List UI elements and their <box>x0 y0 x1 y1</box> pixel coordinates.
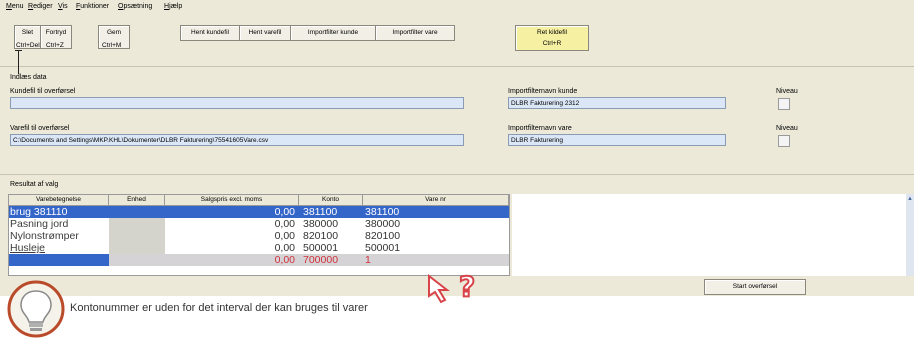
cell-enhed <box>109 218 165 230</box>
cell-salgspris: 0,00 <box>274 218 295 230</box>
cell-vare-nr: 500001 <box>365 242 401 254</box>
cell-varebetegnelse: brug 381110 <box>10 206 68 218</box>
menu-item-hjaelp[interactable]: Hjælp <box>164 3 182 10</box>
toolbar: Slet Fortryd Ctrl+Del Ctrl+Z Gem Ctrl+M … <box>0 16 914 67</box>
import-filter-customer-label: Importfilter kunde <box>307 29 359 36</box>
section-title: Indlæs data <box>10 74 47 81</box>
cell-enhed <box>109 206 165 218</box>
help-cursor-icon: ? <box>428 270 476 304</box>
cell-vare-nr: 380000 <box>365 218 401 230</box>
cell-vare-nr: 381100 <box>365 206 400 218</box>
menu-item-opsaetning[interactable]: Opsætning <box>118 3 152 10</box>
cell-konto: 500001 <box>303 242 339 254</box>
fetch-product-file-label: Hent varefil <box>248 29 282 36</box>
divider <box>0 174 914 175</box>
table-row[interactable]: Pasning jord 0,00 380000 380000 <box>9 218 509 230</box>
edit-source-file-button[interactable]: Ret kildefil Ctrl+R <box>515 25 589 51</box>
cell-salgspris: 0,00 <box>274 242 295 254</box>
table-header: Varebetegnelse Enhed Salgspris excl. mom… <box>9 195 509 206</box>
cell-enhed <box>109 254 165 266</box>
import-filter-product-label: Importfilternavn vare <box>508 125 572 132</box>
result-table: Varebetegnelse Enhed Salgspris excl. mom… <box>8 194 510 276</box>
table-row[interactable]: 0,00 700000 1 <box>9 254 509 266</box>
import-filter-customer-button[interactable]: Importfilter kunde <box>290 25 376 41</box>
import-filter-customer-label: Importfilternavn kunde <box>508 88 578 95</box>
menu-bar: Menu Rediger Vis Funktioner Opsætning Hj… <box>0 0 914 14</box>
scroll-up-icon[interactable]: ▲ <box>907 196 913 202</box>
table-row[interactable]: Nylonstrømper 0,00 820100 820100 <box>9 230 509 242</box>
cell-varebetegnelse: Husleje <box>10 242 46 254</box>
edit-source-file-label: Ret kildefil <box>537 29 567 36</box>
cell-konto: 381100 <box>303 206 338 218</box>
cell-enhed <box>109 230 165 242</box>
undo-shortcut: Ctrl+Z <box>46 42 64 49</box>
cell-varebetegnelse: Nylonstrømper <box>10 230 79 242</box>
scrollbar[interactable]: ▲ <box>906 194 914 276</box>
level-checkbox-customer[interactable] <box>778 98 790 110</box>
level-label-product: Niveau <box>776 125 798 132</box>
import-filter-customer-field[interactable]: DLBR Fakturering 2312 <box>508 97 726 109</box>
menu-item-rediger[interactable]: Rediger <box>28 3 53 10</box>
result-title: Resultat af valg <box>10 181 59 188</box>
fetch-customer-file-label: Hent kundefil <box>191 29 229 36</box>
fetch-customer-file-button[interactable]: Hent kundefil <box>180 25 240 41</box>
save-shortcut: Ctrl+M <box>102 42 122 49</box>
cell-varebetegnelse <box>9 254 109 266</box>
table-row[interactable]: brug 381110 0,00 381100 381100 <box>9 206 509 218</box>
cell-vare-nr: 820100 <box>365 230 401 242</box>
cell-konto: 700000 <box>299 254 363 266</box>
text-cursor-icon <box>18 50 19 74</box>
status-message: Kontonummer er uden for det interval der… <box>70 302 368 314</box>
cell-enhed <box>109 242 165 254</box>
cell-konto: 820100 <box>303 230 339 242</box>
delete-label: Slet <box>21 29 34 36</box>
import-filter-product-field[interactable]: DLBR Fakturering <box>508 134 726 146</box>
menu-item-funktioner[interactable]: Funktioner <box>76 3 109 10</box>
empty-panel <box>512 194 906 276</box>
product-file-field[interactable]: C:\Documents and Settings\MKP.KHL\Dokume… <box>10 134 464 146</box>
import-filter-product-button[interactable]: Importfilter vare <box>375 25 455 41</box>
customer-file-label: Kundefil til overførsel <box>10 88 76 95</box>
import-filter-product-label: Importfilter vare <box>392 29 438 36</box>
svg-text:?: ? <box>459 270 475 303</box>
customer-file-field[interactable] <box>10 97 464 109</box>
level-checkbox-product[interactable] <box>778 135 790 147</box>
cell-vare-nr: 1 <box>363 254 509 266</box>
text-cursor-top <box>15 50 22 51</box>
edit-source-file-shortcut: Ctrl+R <box>542 40 562 47</box>
cell-salgspris: 0,00 <box>165 254 299 266</box>
start-transfer-button[interactable]: Start overførsel <box>704 279 806 295</box>
product-file-label: Varefil til overførsel <box>10 125 70 132</box>
column-header-konto[interactable]: Konto <box>299 195 363 205</box>
menu-item-menu[interactable]: Menu <box>6 3 24 10</box>
menu-item-vis[interactable]: Vis <box>58 3 68 10</box>
column-header-varebetegnelse[interactable]: Varebetegnelse <box>9 195 109 205</box>
table-row[interactable]: Husleje 0,00 500001 500001 <box>9 242 509 254</box>
cell-salgspris: 0,00 <box>274 230 295 242</box>
fetch-product-file-button[interactable]: Hent varefil <box>239 25 291 41</box>
cell-varebetegnelse: Pasning jord <box>10 218 69 230</box>
column-header-vare-nr[interactable]: Vare nr <box>363 195 509 205</box>
undo-label: Fortryd <box>45 29 67 36</box>
start-transfer-label: Start overførsel <box>732 283 778 290</box>
lightbulb-icon <box>7 280 65 338</box>
level-label-customer: Niveau <box>776 88 798 95</box>
cell-konto: 380000 <box>303 218 339 230</box>
column-header-enhed[interactable]: Enhed <box>109 195 165 205</box>
delete-shortcut: Ctrl+Del <box>16 42 40 49</box>
column-header-salgspris[interactable]: Salgspris excl. moms <box>165 195 299 205</box>
save-label: Gem <box>106 29 122 36</box>
cell-salgspris: 0,00 <box>274 206 295 218</box>
